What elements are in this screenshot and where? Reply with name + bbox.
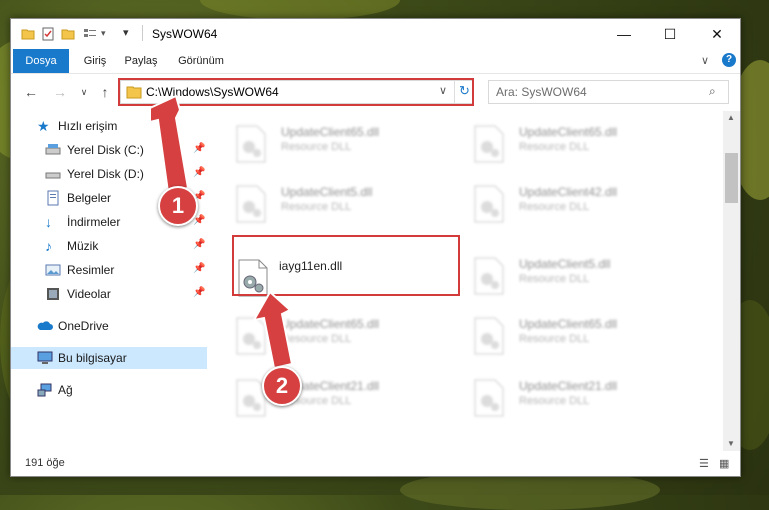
- new-folder-icon[interactable]: [61, 27, 75, 41]
- tab-view[interactable]: Görünüm: [171, 49, 231, 73]
- computer-icon: [37, 351, 53, 364]
- dll-file-icon: [474, 257, 504, 295]
- dll-file-icon: [474, 185, 504, 223]
- large-icons-view-icon[interactable]: ▦: [719, 457, 729, 470]
- videos-icon: [47, 288, 59, 300]
- back-button[interactable]: ←: [22, 83, 40, 101]
- properties-icon[interactable]: [41, 27, 55, 41]
- tab-file[interactable]: Dosya: [13, 49, 69, 73]
- folder-icon: [126, 86, 142, 99]
- explorer-window: ▾ ▾ SysWOW64 — ☐ ✕ Dosya Giriş Paylaş Gö…: [10, 18, 741, 477]
- dll-file-icon: [474, 317, 504, 355]
- scroll-down-icon[interactable]: ▼: [727, 439, 735, 448]
- ribbon-tabs: Dosya Giriş Paylaş Görünüm ∨ ?: [11, 49, 740, 74]
- download-icon: ↓: [45, 214, 52, 230]
- dll-file-icon: [238, 259, 268, 297]
- pin-icon[interactable]: 📌: [193, 239, 205, 250]
- file-item[interactable]: UpdateClient21.dll Resource DLL: [217, 371, 447, 421]
- pictures-icon: [45, 264, 61, 276]
- tab-home[interactable]: Giriş: [75, 49, 115, 73]
- dll-file-icon: [236, 125, 266, 163]
- pin-icon[interactable]: 📌: [193, 287, 205, 298]
- status-bar: 191 öğe ☰ ▦: [11, 453, 740, 475]
- item-count: 191 öğe: [25, 457, 65, 469]
- dll-file-icon: [236, 317, 266, 355]
- search-input[interactable]: Ara: SysWOW64: [496, 85, 587, 99]
- scroll-up-icon[interactable]: ▲: [727, 113, 735, 122]
- pin-icon[interactable]: 📌: [193, 143, 205, 154]
- forward-button[interactable]: →: [51, 83, 69, 101]
- expand-ribbon-icon[interactable]: ∨: [701, 54, 709, 67]
- step-badge-1: 1: [158, 186, 198, 226]
- file-item[interactable]: UpdateClient5.dll Resource DLL: [455, 249, 685, 299]
- file-item[interactable]: UpdateClient42.dll Resource DLL: [455, 177, 685, 227]
- address-dropdown-icon[interactable]: ∨: [439, 84, 447, 97]
- window-title: SysWOW64: [152, 27, 218, 41]
- chevron-down-icon[interactable]: ▾: [101, 28, 106, 39]
- drive-icon: [45, 144, 61, 155]
- close-button[interactable]: ✕: [694, 19, 740, 49]
- folder-icon: [21, 29, 35, 40]
- view-options-icon[interactable]: [83, 27, 97, 41]
- star-icon: ★: [37, 118, 50, 134]
- sidebar-item-music[interactable]: ♪ Müzik 📌: [11, 235, 207, 257]
- help-icon[interactable]: ?: [722, 53, 736, 67]
- search-box[interactable]: Ara: SysWOW64 ⌕: [488, 80, 729, 104]
- up-button[interactable]: ↑: [96, 83, 114, 101]
- details-view-icon[interactable]: ☰: [699, 457, 709, 470]
- address-bar[interactable]: C:\Windows\SysWOW64 ∨ ↻: [120, 80, 474, 104]
- title-divider: [142, 25, 143, 41]
- pin-icon[interactable]: 📌: [193, 263, 205, 274]
- sidebar-item-disk-d[interactable]: Yerel Disk (D:) 📌: [11, 163, 207, 185]
- network-icon: [37, 383, 52, 397]
- dll-file-icon: [474, 125, 504, 163]
- recent-locations-icon[interactable]: ∨: [75, 83, 93, 101]
- sidebar-item-this-pc[interactable]: Bu bilgisayar: [11, 347, 207, 369]
- title-bar[interactable]: ▾ ▾ SysWOW64 — ☐ ✕: [11, 19, 740, 49]
- sidebar-item-network[interactable]: Ağ: [11, 379, 207, 401]
- sidebar-item-pictures[interactable]: Resimler 📌: [11, 259, 207, 281]
- vertical-scrollbar[interactable]: ▲ ▼: [723, 111, 740, 451]
- file-item[interactable]: UpdateClient5.dll Resource DLL: [217, 177, 447, 227]
- file-item[interactable]: UpdateClient65.dll Resource DLL: [455, 309, 685, 359]
- sidebar-item-quick-access[interactable]: ★ Hızlı erişim: [11, 115, 207, 137]
- refresh-icon[interactable]: ↻: [459, 83, 470, 99]
- address-divider: [454, 81, 455, 103]
- dll-file-icon: [236, 185, 266, 223]
- customize-toolbar-icon[interactable]: ▾: [123, 26, 129, 39]
- navigation-bar: ← → ∨ ↑ C:\Windows\SysWOW64 ∨ ↻ Ara: Sys…: [11, 77, 740, 107]
- maximize-button[interactable]: ☐: [647, 19, 693, 49]
- dll-file-icon: [474, 379, 504, 417]
- cloud-icon: [37, 321, 53, 330]
- sidebar-item-onedrive[interactable]: OneDrive: [11, 315, 207, 337]
- music-icon: ♪: [45, 238, 52, 254]
- navigation-pane: ★ Hızlı erişim Yerel Disk (C:) 📌 Yerel D…: [11, 115, 207, 455]
- pin-icon[interactable]: 📌: [193, 167, 205, 178]
- file-item[interactable]: UpdateClient65.dll Resource DLL: [217, 309, 447, 359]
- drive-icon: [45, 172, 61, 179]
- search-icon[interactable]: ⌕: [709, 84, 716, 99]
- scrollbar-thumb[interactable]: [725, 153, 738, 203]
- sidebar-item-videos[interactable]: Videolar 📌: [11, 283, 207, 305]
- file-item[interactable]: UpdateClient65.dll Resource DLL: [217, 117, 447, 167]
- file-item[interactable]: UpdateClient65.dll Resource DLL: [455, 117, 685, 167]
- tab-share[interactable]: Paylaş: [117, 49, 165, 73]
- minimize-button[interactable]: —: [601, 19, 647, 49]
- target-file-item[interactable]: iayg11en.dll: [227, 249, 457, 299]
- file-item[interactable]: UpdateClient21.dll Resource DLL: [455, 371, 685, 421]
- address-path: C:\Windows\SysWOW64: [146, 85, 279, 99]
- documents-icon: [47, 190, 59, 206]
- step-badge-2: 2: [262, 366, 302, 406]
- sidebar-item-disk-c[interactable]: Yerel Disk (C:) 📌: [11, 139, 207, 161]
